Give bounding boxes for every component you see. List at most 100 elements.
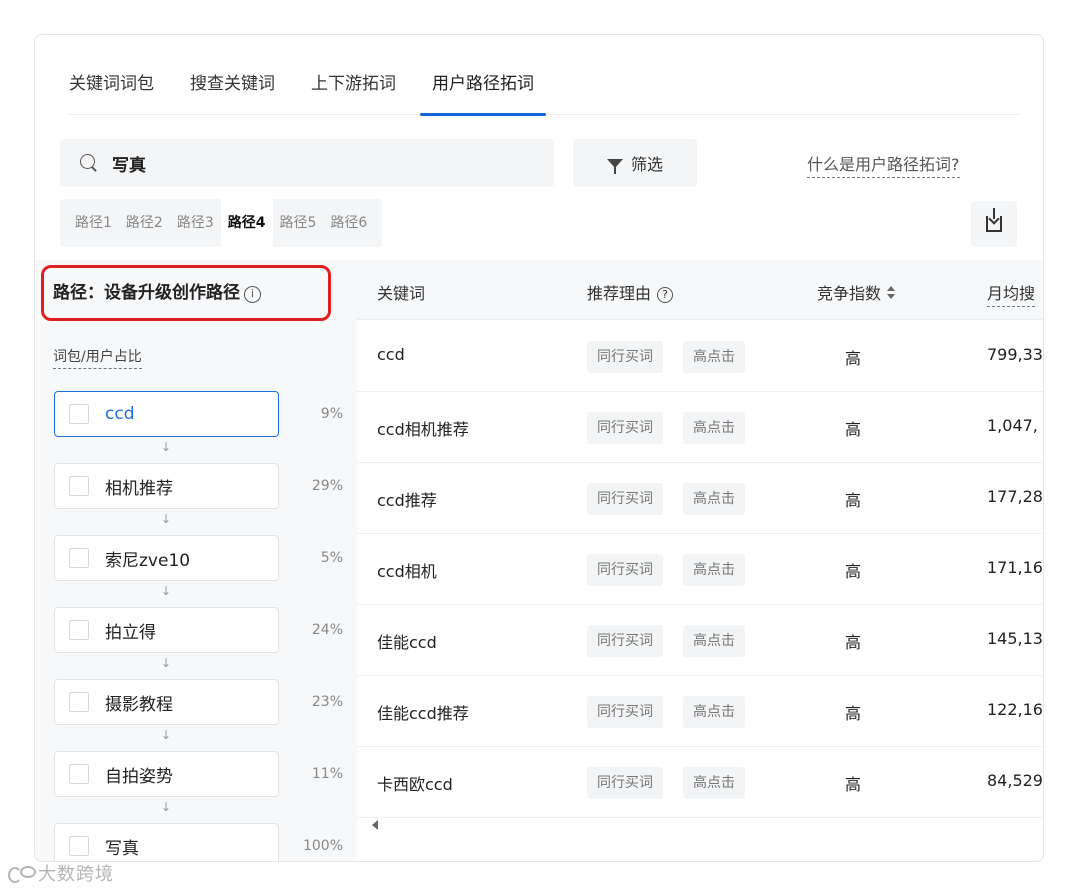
tag-peer-bid: 同行买词 <box>587 625 663 657</box>
header-competition-text: 竞争指数 <box>817 284 882 303</box>
table-row[interactable]: ccd相机 同行买词 高点击 高 171,16 <box>357 534 1043 605</box>
step-percentage: 29% <box>311 478 343 494</box>
row-monthly-search: 799,33 <box>987 345 1043 364</box>
row-competition: 高 <box>845 562 862 581</box>
table-header: 关键词 推荐理由? 竞争指数 月均搜 <box>357 260 1043 320</box>
tag-peer-bid: 同行买词 <box>587 483 663 515</box>
path-tab-1[interactable]: 路径1 <box>68 199 119 247</box>
row-keyword: ccd <box>377 345 405 364</box>
tag-high-click: 高点击 <box>683 554 745 586</box>
down-arrow-icon: ↓ <box>161 440 172 454</box>
path-step-selfie-pose[interactable]: 自拍姿势 <box>54 751 279 797</box>
row-monthly-search: 145,13 <box>987 629 1043 648</box>
row-competition: 高 <box>845 349 862 368</box>
path-step-sony-zve10[interactable]: 索尼zve10 <box>54 535 279 581</box>
table-row[interactable]: ccd推荐 同行买词 高点击 高 177,28 <box>357 463 1043 534</box>
user-path-help-link[interactable]: 什么是用户路径拓词? <box>807 151 960 178</box>
step-label: 拍立得 <box>105 622 156 643</box>
help-icon[interactable]: ? <box>657 287 674 303</box>
tag-high-click: 高点击 <box>683 483 745 515</box>
path-tab-3[interactable]: 路径3 <box>170 199 221 247</box>
row-keyword: ccd推荐 <box>377 491 437 510</box>
ratio-label: 词包/用户占比 <box>53 346 142 369</box>
tab-search-keywords[interactable]: 搜查关键词 <box>190 71 275 115</box>
step-checkbox[interactable] <box>69 764 89 784</box>
row-competition: 高 <box>845 633 862 652</box>
path-tab-2[interactable]: 路径2 <box>119 199 170 247</box>
table-row[interactable]: 佳能ccd推荐 同行买词 高点击 高 122,16 <box>357 676 1043 747</box>
down-arrow-icon: ↓ <box>161 800 172 814</box>
row-competition: 高 <box>845 775 862 794</box>
filter-button[interactable]: 筛选 <box>573 139 697 187</box>
watermark-text: 大数跨境 <box>38 864 114 885</box>
step-checkbox[interactable] <box>69 620 89 640</box>
step-checkbox[interactable] <box>69 404 89 424</box>
row-keyword: 佳能ccd推荐 <box>377 704 469 723</box>
path-tab-5[interactable]: 路径5 <box>273 199 324 247</box>
path-step-photo-tutorial[interactable]: 摄影教程 <box>54 679 279 725</box>
path-step-ccd[interactable]: ccd <box>54 391 279 437</box>
step-label: 索尼zve10 <box>105 550 191 571</box>
tab-upstream-downstream[interactable]: 上下游拓词 <box>311 71 396 115</box>
tag-high-click: 高点击 <box>683 412 745 444</box>
tag-peer-bid: 同行买词 <box>587 767 663 799</box>
keyword-expansion-panel: 关键词词包 搜查关键词 上下游拓词 用户路径拓词 写真 筛选 什么是用户路径拓词… <box>34 34 1044 862</box>
step-checkbox[interactable] <box>69 548 89 568</box>
row-monthly-search: 1,047, <box>987 416 1038 435</box>
download-icon <box>986 208 1002 232</box>
highlight-box <box>41 265 331 321</box>
row-keyword: ccd相机推荐 <box>377 420 469 439</box>
tag-high-click: 高点击 <box>683 767 745 799</box>
step-percentage: 23% <box>311 694 343 710</box>
step-percentage: 24% <box>311 622 343 638</box>
step-percentage: 11% <box>311 766 343 782</box>
header-keyword: 关键词 <box>377 284 426 303</box>
down-arrow-icon: ↓ <box>161 584 172 598</box>
step-checkbox[interactable] <box>69 476 89 496</box>
watermark: 大数跨境 <box>8 860 114 886</box>
path-tab-4[interactable]: 路径4 <box>220 199 273 247</box>
tab-user-path[interactable]: 用户路径拓词 <box>420 71 546 116</box>
path-step-portrait[interactable]: 写真 <box>54 823 279 861</box>
search-input[interactable]: 写真 <box>60 139 554 187</box>
path-step-instax[interactable]: 拍立得 <box>54 607 279 653</box>
search-value: 写真 <box>112 155 146 176</box>
watermark-logo-icon <box>8 866 36 883</box>
header-competition[interactable]: 竞争指数 <box>817 280 896 304</box>
sort-icon[interactable] <box>887 286 896 300</box>
tag-high-click: 高点击 <box>683 341 745 373</box>
path-steps-panel: 路径：设备升级创作路径 i 词包/用户占比 ccd 9% ↓ 相机推荐 29% ↓… <box>35 260 357 861</box>
filter-label: 筛选 <box>630 155 663 174</box>
table-row[interactable]: 卡西欧ccd 同行买词 高点击 高 84,529 <box>357 747 1043 818</box>
path-tab-6[interactable]: 路径6 <box>323 199 374 247</box>
header-reason: 推荐理由? <box>587 280 674 304</box>
tag-peer-bid: 同行买词 <box>587 696 663 728</box>
search-icon <box>80 154 98 172</box>
tag-high-click: 高点击 <box>683 625 745 657</box>
path-selector: 路径1 路径2 路径3 路径4 路径5 路径6 <box>60 199 383 247</box>
step-percentage: 100% <box>302 838 343 854</box>
row-competition: 高 <box>845 704 862 723</box>
step-label: ccd <box>105 404 135 424</box>
row-keyword: ccd相机 <box>377 562 437 581</box>
row-keyword: 卡西欧ccd <box>377 775 453 794</box>
step-checkbox[interactable] <box>69 692 89 712</box>
tag-peer-bid: 同行买词 <box>587 412 663 444</box>
step-checkbox[interactable] <box>69 836 89 856</box>
scroll-left-arrow-icon[interactable] <box>372 820 378 830</box>
table-row[interactable]: ccd 同行买词 高点击 高 799,33 <box>357 321 1043 392</box>
tab-keyword-package[interactable]: 关键词词包 <box>69 71 154 115</box>
down-arrow-icon: ↓ <box>161 728 172 742</box>
table-row[interactable]: 佳能ccd 同行买词 高点击 高 145,13 <box>357 605 1043 676</box>
tag-peer-bid: 同行买词 <box>587 341 663 373</box>
row-monthly-search: 122,16 <box>987 700 1043 719</box>
path-step-camera-recommend[interactable]: 相机推荐 <box>54 463 279 509</box>
row-monthly-search: 84,529 <box>987 771 1043 790</box>
filter-icon <box>606 158 623 174</box>
row-monthly-search: 171,16 <box>987 558 1043 577</box>
table-row[interactable]: ccd相机推荐 同行买词 高点击 高 1,047, <box>357 392 1043 463</box>
step-label: 相机推荐 <box>105 478 173 499</box>
header-monthly-search[interactable]: 月均搜 <box>987 280 1036 307</box>
keyword-table: 关键词 推荐理由? 竞争指数 月均搜 ccd 同行买词 高点击 高 799,33… <box>357 260 1043 861</box>
download-button[interactable] <box>971 201 1017 247</box>
